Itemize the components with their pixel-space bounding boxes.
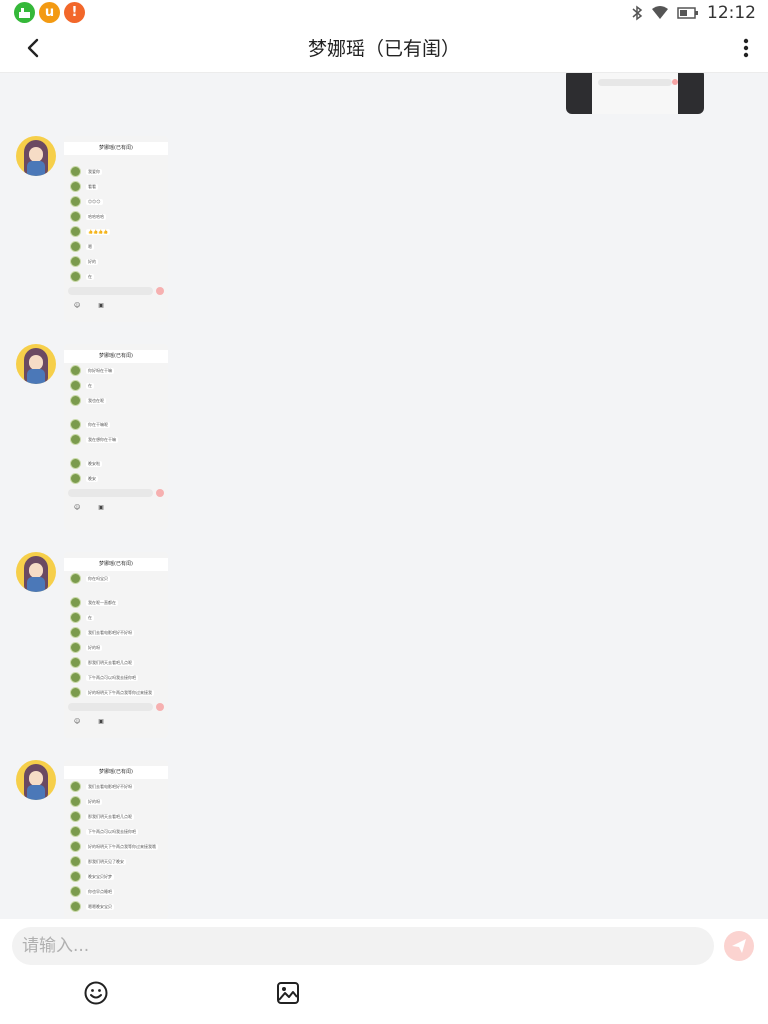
screenshot-message: 好的 [86, 258, 98, 265]
screenshot-message: 嗯嗯晚安宝贝 [86, 903, 114, 910]
screenshot-message: 你在吗宝贝 [86, 575, 110, 582]
chat-header: 梦娜瑶（已有闺） [0, 26, 768, 73]
image-icon[interactable] [275, 980, 301, 1006]
clock: 12:12 [707, 3, 756, 23]
send-button[interactable] [724, 931, 754, 961]
avatar[interactable] [16, 552, 56, 592]
system-tray: 12:12 [631, 3, 756, 23]
page-title: 梦娜瑶（已有闺） [307, 38, 460, 60]
emoji-icon[interactable] [83, 980, 109, 1006]
avatar[interactable] [16, 344, 56, 384]
screenshot-message: 😊😊😊 [86, 198, 103, 205]
screenshot-message: 下午两点可以吗我去接你吧 [86, 674, 138, 681]
avatar[interactable] [16, 136, 56, 176]
battery-icon [677, 7, 698, 19]
screenshot-message: 👍👍👍👍 [86, 228, 110, 235]
screenshot-message: 那我们明天见了晚安 [86, 858, 126, 865]
screenshot-message: 我在呢一直都在 [86, 599, 118, 606]
screenshot-message: 好的呀明天下午两点我等你过来接我 [86, 689, 154, 696]
chat-message-list[interactable]: 梦娜瑶(已有闺) 我爱你 看看 😊😊😊 哈哈哈哈 👍👍👍👍 嗯 好的 在 ☺ ▣ … [0, 73, 768, 919]
screenshot-message: 我在想你在干嘛 [86, 436, 118, 443]
screenshot-message: 在 [86, 614, 94, 621]
screenshot-message: 你在干嘛呢 [86, 421, 110, 428]
screenshot-message: 那我们明天去看吧几点呢 [86, 813, 134, 820]
screenshot-message: 晚安 [86, 475, 98, 482]
screenshot-message: 哈哈哈哈 [86, 213, 106, 220]
screenshot-title: 梦娜瑶(已有闺) [64, 766, 168, 779]
screenshot-message: 我也在呢 [86, 397, 106, 404]
screenshot-message: 在 [86, 382, 94, 389]
more-vertical-icon[interactable] [738, 34, 754, 62]
screenshot-message: 那我们明天去看吧几点呢 [86, 659, 134, 666]
avatar[interactable] [16, 760, 56, 800]
screenshot-message: 晚安宝贝好梦 [86, 873, 114, 880]
screenshot-message: 你好呀在干嘛 [86, 367, 114, 374]
screenshot-title: 梦娜瑶(已有闺) [64, 350, 168, 363]
screenshot-message: 好的呀明天下午两点我等你过来接我哦 [86, 843, 158, 850]
screenshot-message: 好的呀 [86, 644, 102, 651]
u-app-icon: u [39, 2, 60, 23]
screenshot-message: 下午两点可以吗我去接你吧 [86, 828, 138, 835]
screenshot-title: 梦娜瑶(已有闺) [64, 558, 168, 571]
alert-app-icon: ! [64, 2, 85, 23]
screenshot-message: 我们去看电影吧好不好呀 [86, 783, 134, 790]
screenshot-message: 在 [86, 273, 94, 280]
screenshot-message: 我爱你 [86, 168, 102, 175]
screenshot-message: 好的呀 [86, 798, 102, 805]
screenshot-title: 梦娜瑶(已有闺) [64, 142, 168, 155]
bluetooth-icon [632, 5, 643, 21]
notification-icons: u ! [14, 2, 85, 23]
status-bar: u ! 12:12 [0, 0, 768, 26]
screenshot-message: 看看 [86, 183, 98, 190]
screenshot-message: 嗯 [86, 243, 94, 250]
sent-screenshot-image[interactable] [566, 73, 704, 114]
screenshot-image[interactable]: 梦娜瑶(已有闺) 我们去看电影吧好不好呀 好的呀 那我们明天去看吧几点呢 下午两… [64, 760, 168, 919]
screenshot-image[interactable]: 梦娜瑶(已有闺) 你好呀在干嘛 在 我也在呢 你在干嘛呢 我在想你在干嘛 晚安啦… [64, 344, 168, 530]
screenshot-message: 晚安啦 [86, 460, 102, 467]
screenshot-image[interactable]: 梦娜瑶(已有闺) 我爱你 看看 😊😊😊 哈哈哈哈 👍👍👍👍 嗯 好的 在 ☺ ▣ [64, 136, 168, 322]
message-input[interactable] [12, 927, 714, 965]
screenshot-message: 你也早点睡吧 [86, 888, 114, 895]
screenshot-message: 我们去看电影吧好不好呀 [86, 629, 134, 636]
wifi-icon [652, 6, 668, 19]
message-input-bar [0, 919, 768, 1024]
screenshot-image[interactable]: 梦娜瑶(已有闺) 你在吗宝贝 我在呢一直都在 在 我们去看电影吧好不好呀 好的呀… [64, 552, 168, 738]
cleaner-app-icon [14, 2, 35, 23]
send-icon [732, 939, 746, 953]
